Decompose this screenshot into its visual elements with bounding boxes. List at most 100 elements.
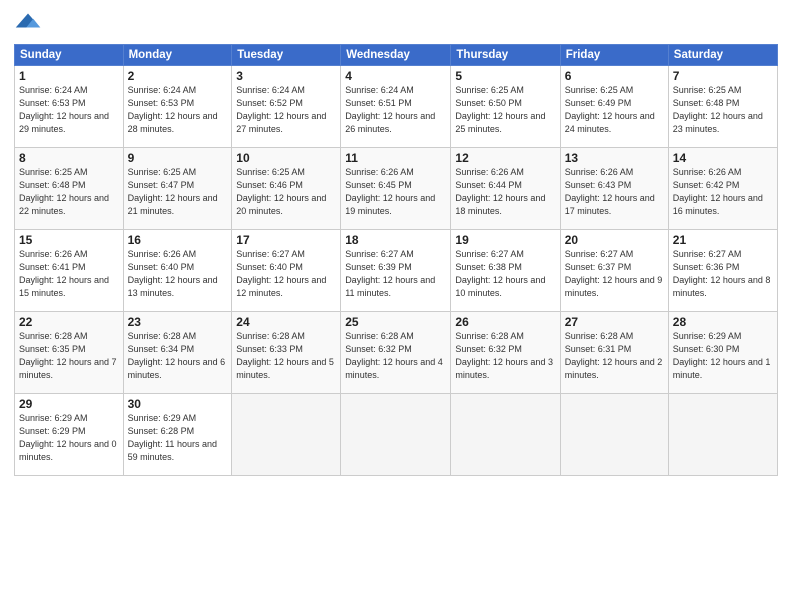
day-info: Sunrise: 6:26 AM Sunset: 6:42 PM Dayligh… (673, 166, 773, 218)
week-row-3: 15Sunrise: 6:26 AM Sunset: 6:41 PM Dayli… (15, 230, 778, 312)
day-number: 14 (673, 151, 773, 165)
day-cell: 9Sunrise: 6:25 AM Sunset: 6:47 PM Daylig… (123, 148, 232, 230)
day-cell: 28Sunrise: 6:29 AM Sunset: 6:30 PM Dayli… (668, 312, 777, 394)
day-cell (341, 394, 451, 476)
day-cell: 23Sunrise: 6:28 AM Sunset: 6:34 PM Dayli… (123, 312, 232, 394)
day-number: 30 (128, 397, 228, 411)
day-number: 16 (128, 233, 228, 247)
day-cell: 29Sunrise: 6:29 AM Sunset: 6:29 PM Dayli… (15, 394, 124, 476)
day-number: 11 (345, 151, 446, 165)
day-number: 4 (345, 69, 446, 83)
day-cell: 4Sunrise: 6:24 AM Sunset: 6:51 PM Daylig… (341, 66, 451, 148)
day-number: 29 (19, 397, 119, 411)
weekday-friday: Friday (560, 45, 668, 66)
day-cell: 24Sunrise: 6:28 AM Sunset: 6:33 PM Dayli… (232, 312, 341, 394)
day-cell: 11Sunrise: 6:26 AM Sunset: 6:45 PM Dayli… (341, 148, 451, 230)
day-number: 13 (565, 151, 664, 165)
day-number: 17 (236, 233, 336, 247)
week-row-5: 29Sunrise: 6:29 AM Sunset: 6:29 PM Dayli… (15, 394, 778, 476)
day-info: Sunrise: 6:27 AM Sunset: 6:38 PM Dayligh… (455, 248, 555, 300)
day-number: 18 (345, 233, 446, 247)
day-number: 3 (236, 69, 336, 83)
day-cell: 14Sunrise: 6:26 AM Sunset: 6:42 PM Dayli… (668, 148, 777, 230)
day-info: Sunrise: 6:29 AM Sunset: 6:30 PM Dayligh… (673, 330, 773, 382)
day-info: Sunrise: 6:25 AM Sunset: 6:46 PM Dayligh… (236, 166, 336, 218)
weekday-header-row: SundayMondayTuesdayWednesdayThursdayFrid… (15, 45, 778, 66)
day-cell: 19Sunrise: 6:27 AM Sunset: 6:38 PM Dayli… (451, 230, 560, 312)
day-info: Sunrise: 6:27 AM Sunset: 6:36 PM Dayligh… (673, 248, 773, 300)
day-info: Sunrise: 6:28 AM Sunset: 6:33 PM Dayligh… (236, 330, 336, 382)
day-cell: 7Sunrise: 6:25 AM Sunset: 6:48 PM Daylig… (668, 66, 777, 148)
day-cell (668, 394, 777, 476)
day-number: 1 (19, 69, 119, 83)
week-row-1: 1Sunrise: 6:24 AM Sunset: 6:53 PM Daylig… (15, 66, 778, 148)
day-info: Sunrise: 6:27 AM Sunset: 6:39 PM Dayligh… (345, 248, 446, 300)
day-cell: 27Sunrise: 6:28 AM Sunset: 6:31 PM Dayli… (560, 312, 668, 394)
day-number: 21 (673, 233, 773, 247)
day-cell: 26Sunrise: 6:28 AM Sunset: 6:32 PM Dayli… (451, 312, 560, 394)
day-cell: 1Sunrise: 6:24 AM Sunset: 6:53 PM Daylig… (15, 66, 124, 148)
day-number: 26 (455, 315, 555, 329)
logo-icon (14, 10, 42, 38)
day-number: 15 (19, 233, 119, 247)
day-info: Sunrise: 6:25 AM Sunset: 6:50 PM Dayligh… (455, 84, 555, 136)
day-number: 25 (345, 315, 446, 329)
day-info: Sunrise: 6:26 AM Sunset: 6:43 PM Dayligh… (565, 166, 664, 218)
weekday-sunday: Sunday (15, 45, 124, 66)
day-info: Sunrise: 6:25 AM Sunset: 6:49 PM Dayligh… (565, 84, 664, 136)
day-number: 9 (128, 151, 228, 165)
day-cell (560, 394, 668, 476)
weekday-monday: Monday (123, 45, 232, 66)
day-number: 12 (455, 151, 555, 165)
weekday-tuesday: Tuesday (232, 45, 341, 66)
day-cell: 18Sunrise: 6:27 AM Sunset: 6:39 PM Dayli… (341, 230, 451, 312)
day-info: Sunrise: 6:29 AM Sunset: 6:28 PM Dayligh… (128, 412, 228, 464)
day-info: Sunrise: 6:26 AM Sunset: 6:44 PM Dayligh… (455, 166, 555, 218)
day-cell (451, 394, 560, 476)
day-number: 20 (565, 233, 664, 247)
day-cell: 5Sunrise: 6:25 AM Sunset: 6:50 PM Daylig… (451, 66, 560, 148)
day-number: 27 (565, 315, 664, 329)
day-number: 8 (19, 151, 119, 165)
day-info: Sunrise: 6:26 AM Sunset: 6:40 PM Dayligh… (128, 248, 228, 300)
day-number: 10 (236, 151, 336, 165)
week-row-2: 8Sunrise: 6:25 AM Sunset: 6:48 PM Daylig… (15, 148, 778, 230)
day-cell: 12Sunrise: 6:26 AM Sunset: 6:44 PM Dayli… (451, 148, 560, 230)
weekday-thursday: Thursday (451, 45, 560, 66)
week-row-4: 22Sunrise: 6:28 AM Sunset: 6:35 PM Dayli… (15, 312, 778, 394)
day-cell (232, 394, 341, 476)
day-info: Sunrise: 6:28 AM Sunset: 6:32 PM Dayligh… (345, 330, 446, 382)
day-info: Sunrise: 6:28 AM Sunset: 6:35 PM Dayligh… (19, 330, 119, 382)
day-cell: 6Sunrise: 6:25 AM Sunset: 6:49 PM Daylig… (560, 66, 668, 148)
day-number: 28 (673, 315, 773, 329)
day-info: Sunrise: 6:24 AM Sunset: 6:51 PM Dayligh… (345, 84, 446, 136)
day-info: Sunrise: 6:26 AM Sunset: 6:41 PM Dayligh… (19, 248, 119, 300)
day-number: 2 (128, 69, 228, 83)
day-cell: 10Sunrise: 6:25 AM Sunset: 6:46 PM Dayli… (232, 148, 341, 230)
day-number: 22 (19, 315, 119, 329)
day-number: 5 (455, 69, 555, 83)
calendar-table: SundayMondayTuesdayWednesdayThursdayFrid… (14, 44, 778, 476)
day-cell: 22Sunrise: 6:28 AM Sunset: 6:35 PM Dayli… (15, 312, 124, 394)
day-cell: 8Sunrise: 6:25 AM Sunset: 6:48 PM Daylig… (15, 148, 124, 230)
day-info: Sunrise: 6:24 AM Sunset: 6:53 PM Dayligh… (19, 84, 119, 136)
day-cell: 30Sunrise: 6:29 AM Sunset: 6:28 PM Dayli… (123, 394, 232, 476)
day-cell: 25Sunrise: 6:28 AM Sunset: 6:32 PM Dayli… (341, 312, 451, 394)
day-info: Sunrise: 6:28 AM Sunset: 6:32 PM Dayligh… (455, 330, 555, 382)
day-info: Sunrise: 6:29 AM Sunset: 6:29 PM Dayligh… (19, 412, 119, 464)
day-number: 6 (565, 69, 664, 83)
day-number: 24 (236, 315, 336, 329)
day-info: Sunrise: 6:24 AM Sunset: 6:53 PM Dayligh… (128, 84, 228, 136)
logo (14, 10, 46, 38)
day-cell: 21Sunrise: 6:27 AM Sunset: 6:36 PM Dayli… (668, 230, 777, 312)
day-info: Sunrise: 6:27 AM Sunset: 6:37 PM Dayligh… (565, 248, 664, 300)
page: SundayMondayTuesdayWednesdayThursdayFrid… (0, 0, 792, 612)
header (14, 10, 778, 38)
weekday-wednesday: Wednesday (341, 45, 451, 66)
day-number: 7 (673, 69, 773, 83)
day-info: Sunrise: 6:26 AM Sunset: 6:45 PM Dayligh… (345, 166, 446, 218)
day-info: Sunrise: 6:27 AM Sunset: 6:40 PM Dayligh… (236, 248, 336, 300)
day-cell: 15Sunrise: 6:26 AM Sunset: 6:41 PM Dayli… (15, 230, 124, 312)
day-info: Sunrise: 6:28 AM Sunset: 6:31 PM Dayligh… (565, 330, 664, 382)
day-info: Sunrise: 6:25 AM Sunset: 6:48 PM Dayligh… (673, 84, 773, 136)
